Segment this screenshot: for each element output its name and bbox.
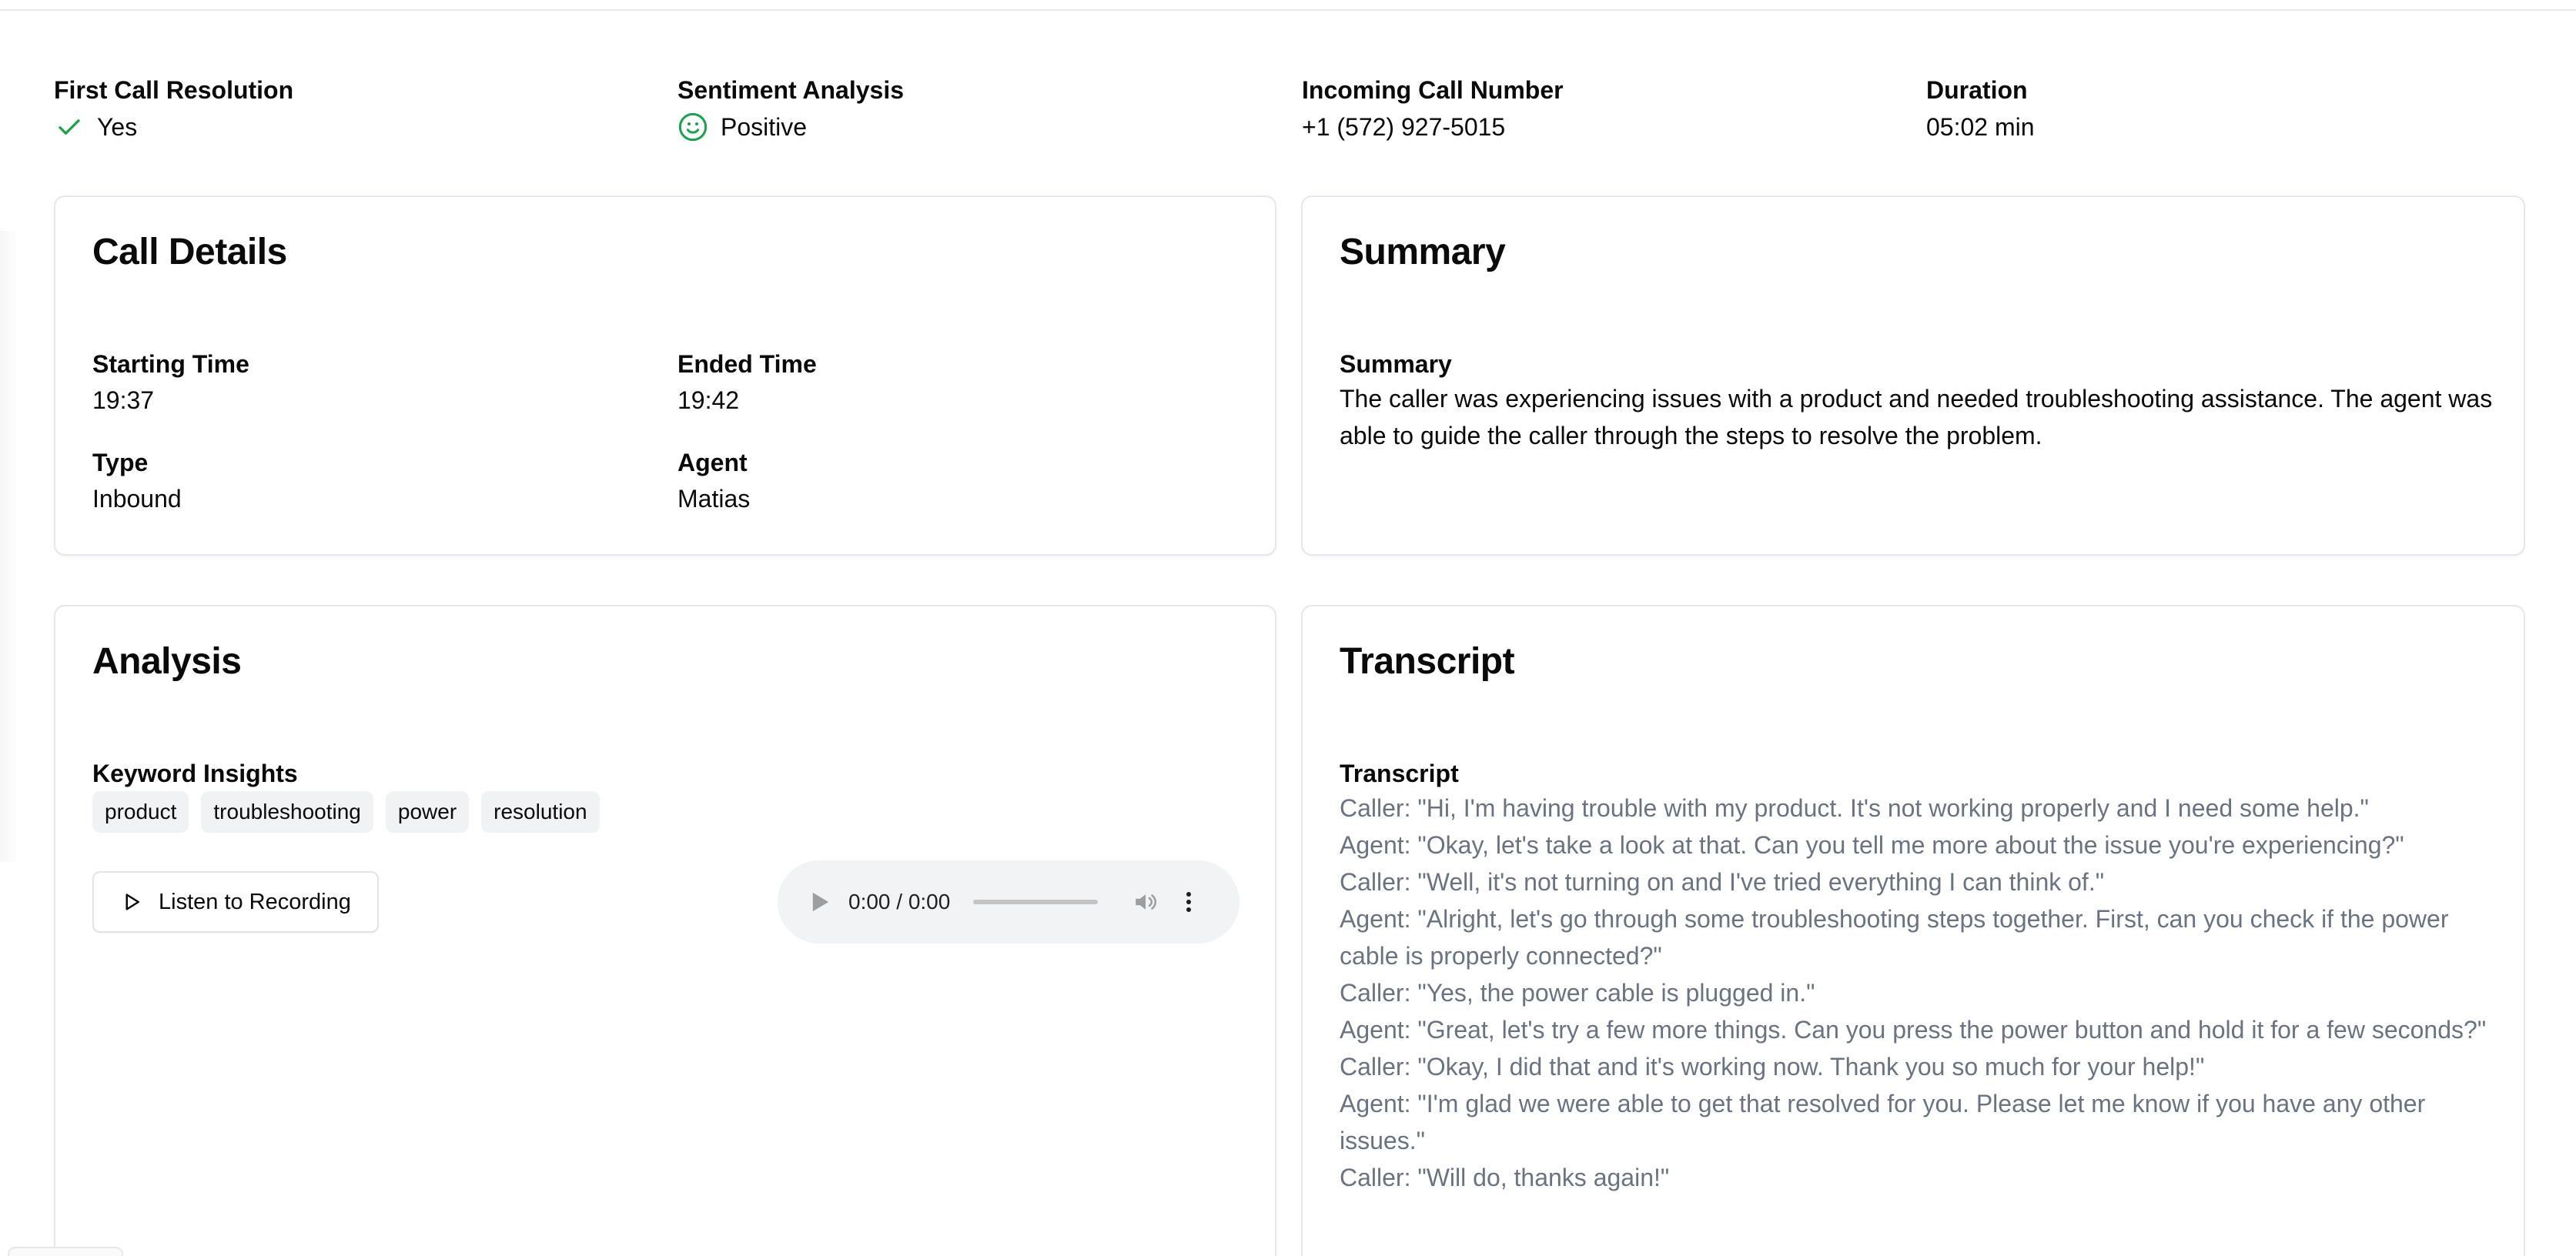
field-value: 19:37 [92,386,155,414]
stat-incoming-call-number: Incoming Call Number +1 (572) 927-5015 [1302,74,1902,145]
field-value: Inbound [92,485,182,513]
transcript-card: Transcript Transcript Caller: "Hi, I'm h… [1301,605,2525,1256]
call-details-card: Call Details Starting Time 19:37 Ended T… [54,195,1276,556]
starting-time-field: Starting Time 19:37 [92,348,249,419]
transcript-line: Agent: "I'm glad we were able to get tha… [1340,1090,2426,1154]
play-icon [125,894,139,910]
stat-value: 05:02 min [1926,113,2035,141]
ended-time-field: Ended Time 19:42 [677,348,817,419]
summary-text: The caller was experiencing issues with … [1340,385,2493,449]
volume-icon[interactable] [1129,885,1163,919]
stat-label: Incoming Call Number [1302,76,1564,104]
audio-player: 0:00 / 0:00 [778,860,1239,944]
keyword-chip: resolution [481,791,600,833]
summary-label: Summary [1340,350,1452,378]
listen-button-label: Listen to Recording [159,889,351,914]
agent-field: Agent Matias [677,446,750,517]
field-value: Matias [677,485,751,513]
keyword-insights: Keyword Insights product troubleshooting… [92,757,600,833]
stat-duration: Duration 05:02 min [1926,74,2527,145]
transcript-line: Caller: "Hi, I'm having trouble with my … [1340,794,2369,822]
transcript-lines: Caller: "Hi, I'm having trouble with my … [1340,790,2502,1196]
field-label: Type [92,449,149,476]
transcript-line: Caller: "Okay, I did that and it's worki… [1340,1053,2205,1081]
top-divider [0,9,2576,11]
stat-label: Sentiment Analysis [677,76,905,104]
keyword-chip: product [92,791,189,833]
keyword-chips: product troubleshooting power resolution [92,791,600,833]
card-title: Transcript [1340,641,1515,682]
audio-play-icon[interactable] [804,885,838,919]
transcript-line: Caller: "Well, it's not turning on and I… [1340,868,2105,896]
sidebar-edge-shadow [0,231,18,862]
check-icon [54,112,85,142]
keyword-chip: power [385,791,470,833]
transcript-line: Agent: "Great, let's try a few more thin… [1340,1016,2487,1044]
transcript-line: Caller: "Will do, thanks again!" [1340,1164,1670,1191]
keyword-chip: troubleshooting [201,791,373,833]
stat-label: Duration [1926,76,2028,104]
more-options-icon[interactable] [1175,885,1203,919]
call-stats-row: First Call Resolution Yes Sentiment Anal… [54,74,2525,148]
keyword-insights-label: Keyword Insights [92,760,298,787]
transcript-line: Caller: "Yes, the power cable is plugged… [1340,979,1815,1007]
field-label: Starting Time [92,350,249,378]
analysis-card: Analysis Keyword Insights product troubl… [54,605,1276,1256]
type-field: Type Inbound [92,446,182,517]
field-label: Ended Time [677,350,817,378]
stat-sentiment-analysis: Sentiment Analysis Positive [677,74,1278,145]
stat-value-row: Positive [677,109,1278,145]
card-title: Summary [1340,232,1506,272]
smile-icon [677,112,708,142]
transcript-line: Agent: "Okay, let's take a look at that.… [1340,831,2404,859]
audio-progress-slider[interactable] [973,900,1099,904]
corner-tab[interactable] [8,1247,123,1256]
field-value: 19:42 [677,386,740,414]
transcript-label: Transcript [1340,760,1459,787]
transcript-block: Transcript Caller: "Hi, I'm having troub… [1340,757,2502,1196]
stat-value-row: Yes [54,109,654,145]
listen-to-recording-button[interactable]: Listen to Recording [92,871,379,933]
summary-card: Summary Summary The caller was experienc… [1301,195,2525,556]
audio-time: 0:00 / 0:00 [848,890,951,914]
transcript-line: Agent: "Alright, let's go through some t… [1340,905,2449,970]
card-title: Call Details [92,232,287,272]
stat-value: Yes [97,113,138,141]
stat-first-call-resolution: First Call Resolution Yes [54,74,654,145]
stat-label: First Call Resolution [54,76,294,104]
field-label: Agent [677,449,748,476]
summary-block: Summary The caller was experiencing issu… [1340,348,2494,454]
stat-value: Positive [721,113,808,141]
stat-value: +1 (572) 927-5015 [1302,113,1506,141]
card-title: Analysis [92,641,242,682]
